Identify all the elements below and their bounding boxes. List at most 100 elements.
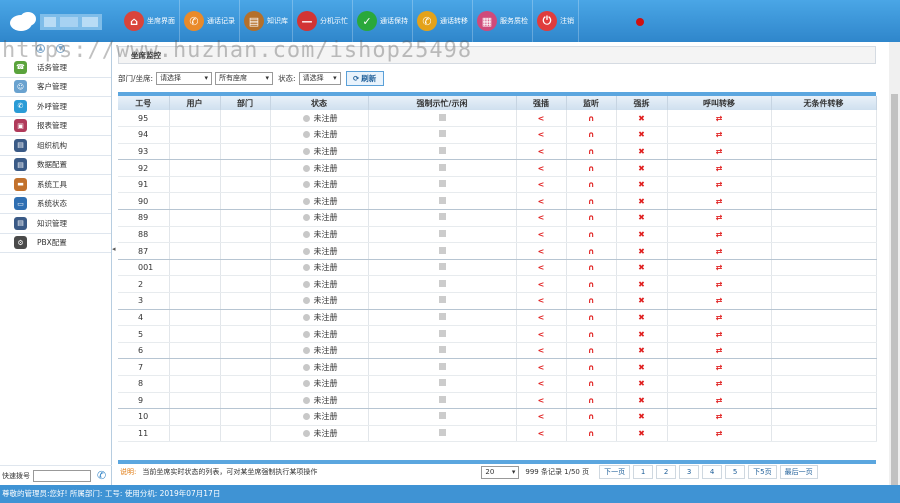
page-number-button[interactable]: 3 bbox=[679, 465, 700, 479]
page-number-button[interactable]: 4 bbox=[702, 465, 723, 479]
toolbar-button-seat[interactable]: ⌂ 坐席界面 bbox=[120, 0, 180, 42]
force-hangup-icon[interactable]: ✖ bbox=[638, 147, 645, 156]
headphone-icon[interactable]: ∩ bbox=[588, 296, 595, 305]
transfer-icon[interactable]: ⇄ bbox=[716, 429, 723, 438]
transfer-icon[interactable]: ⇄ bbox=[716, 280, 723, 289]
force-hangup-icon[interactable]: ✖ bbox=[638, 313, 645, 322]
page-number-button[interactable]: 2 bbox=[656, 465, 677, 479]
sidebar-item-headset[interactable]: ☎ 话务管理 bbox=[0, 58, 111, 78]
column-header[interactable]: 状态 bbox=[270, 96, 369, 110]
toolbar-button-check[interactable]: ✓ 通话保持 bbox=[353, 0, 413, 42]
barge-in-icon[interactable]: < bbox=[538, 296, 545, 305]
force-busy-checkbox[interactable] bbox=[438, 163, 446, 171]
transfer-icon[interactable]: ⇄ bbox=[716, 412, 723, 421]
force-hangup-icon[interactable]: ✖ bbox=[638, 114, 645, 123]
force-hangup-icon[interactable]: ✖ bbox=[638, 280, 645, 289]
force-busy-checkbox[interactable] bbox=[438, 379, 446, 387]
force-busy-checkbox[interactable] bbox=[438, 180, 446, 188]
barge-in-icon[interactable]: < bbox=[538, 130, 545, 139]
headphone-icon[interactable]: ∩ bbox=[588, 263, 595, 272]
force-hangup-icon[interactable]: ✖ bbox=[638, 346, 645, 355]
force-busy-checkbox[interactable] bbox=[438, 130, 446, 138]
barge-in-icon[interactable]: < bbox=[538, 230, 545, 239]
barge-in-icon[interactable]: < bbox=[538, 263, 545, 272]
headphone-icon[interactable]: ∩ bbox=[588, 247, 595, 256]
column-header[interactable]: 用户 bbox=[169, 96, 221, 110]
force-hangup-icon[interactable]: ✖ bbox=[638, 429, 645, 438]
toolbar-button-phone-record[interactable]: ✆ 通话记录 bbox=[180, 0, 240, 42]
force-hangup-icon[interactable]: ✖ bbox=[638, 130, 645, 139]
column-header[interactable]: 强制示忙/示闲 bbox=[368, 96, 517, 110]
transfer-icon[interactable]: ⇄ bbox=[716, 313, 723, 322]
next-five-button[interactable]: 下5页 bbox=[748, 465, 777, 479]
force-busy-checkbox[interactable] bbox=[438, 263, 446, 271]
headphone-icon[interactable]: ∩ bbox=[588, 379, 595, 388]
headphone-icon[interactable]: ∩ bbox=[588, 313, 595, 322]
scrollbar-thumb[interactable] bbox=[891, 94, 898, 502]
sidebar-item-outbound[interactable]: ✆ 外呼管理 bbox=[0, 97, 111, 117]
force-hangup-icon[interactable]: ✖ bbox=[638, 396, 645, 405]
column-header[interactable]: 强拆 bbox=[616, 96, 668, 110]
barge-in-icon[interactable]: < bbox=[538, 346, 545, 355]
sidebar-item-toolbox[interactable]: ▬ 系统工具 bbox=[0, 175, 111, 195]
transfer-icon[interactable]: ⇄ bbox=[716, 330, 723, 339]
column-header[interactable]: 部门 bbox=[220, 96, 271, 110]
force-busy-checkbox[interactable] bbox=[438, 346, 446, 354]
headphone-icon[interactable]: ∩ bbox=[588, 164, 595, 173]
sidebar-item-gear[interactable]: ⚙ PBX配置 bbox=[0, 234, 111, 253]
barge-in-icon[interactable]: < bbox=[538, 363, 545, 372]
page-number-button[interactable]: 1 bbox=[633, 465, 654, 479]
headphone-icon[interactable]: ∩ bbox=[588, 363, 595, 372]
barge-in-icon[interactable]: < bbox=[538, 313, 545, 322]
headphone-icon[interactable]: ∩ bbox=[588, 213, 595, 222]
force-hangup-icon[interactable]: ✖ bbox=[638, 247, 645, 256]
headphone-icon[interactable]: ∩ bbox=[588, 346, 595, 355]
toolbar-button-grid[interactable]: ▦ 服务质检 bbox=[473, 0, 533, 42]
force-hangup-icon[interactable]: ✖ bbox=[638, 180, 645, 189]
sidebar-item-data-config[interactable]: ▤ 数据配置 bbox=[0, 156, 111, 175]
force-busy-checkbox[interactable] bbox=[438, 196, 446, 204]
barge-in-icon[interactable]: < bbox=[538, 114, 545, 123]
force-hangup-icon[interactable]: ✖ bbox=[638, 263, 645, 272]
barge-in-icon[interactable]: < bbox=[538, 147, 545, 156]
transfer-icon[interactable]: ⇄ bbox=[716, 180, 723, 189]
quick-dial-input[interactable] bbox=[33, 469, 91, 482]
collapse-icon[interactable]: ▼ bbox=[56, 44, 65, 53]
barge-in-icon[interactable]: < bbox=[538, 164, 545, 173]
transfer-icon[interactable]: ⇄ bbox=[716, 296, 723, 305]
force-hangup-icon[interactable]: ✖ bbox=[638, 230, 645, 239]
barge-in-icon[interactable]: < bbox=[538, 197, 545, 206]
transfer-icon[interactable]: ⇄ bbox=[716, 130, 723, 139]
force-hangup-icon[interactable]: ✖ bbox=[638, 296, 645, 305]
page-number-button[interactable]: 5 bbox=[725, 465, 746, 479]
headphone-icon[interactable]: ∩ bbox=[588, 429, 595, 438]
force-busy-checkbox[interactable] bbox=[438, 146, 446, 154]
force-hangup-icon[interactable]: ✖ bbox=[638, 379, 645, 388]
toolbar-button-busy[interactable]: — 分机示忙 bbox=[293, 0, 353, 42]
headphone-icon[interactable]: ∩ bbox=[588, 180, 595, 189]
headphone-icon[interactable]: ∩ bbox=[588, 197, 595, 206]
toolbar-button-power[interactable]: ⏻ 注销 bbox=[533, 0, 579, 42]
column-header[interactable]: 工号 bbox=[118, 96, 170, 110]
prev-page-button[interactable]: 下一页 bbox=[599, 465, 631, 479]
column-header[interactable]: 呼叫转移 bbox=[667, 96, 772, 110]
transfer-icon[interactable]: ⇄ bbox=[716, 164, 723, 173]
force-hangup-icon[interactable]: ✖ bbox=[638, 164, 645, 173]
force-busy-checkbox[interactable] bbox=[438, 412, 446, 420]
status-select[interactable]: 请选择 ▾ bbox=[298, 71, 341, 85]
force-busy-checkbox[interactable] bbox=[438, 246, 446, 254]
transfer-icon[interactable]: ⇄ bbox=[716, 379, 723, 388]
force-hangup-icon[interactable]: ✖ bbox=[638, 412, 645, 421]
force-busy-checkbox[interactable] bbox=[438, 213, 446, 221]
barge-in-icon[interactable]: < bbox=[538, 213, 545, 222]
force-busy-checkbox[interactable] bbox=[438, 312, 446, 320]
column-header[interactable]: 强插 bbox=[516, 96, 567, 110]
vertical-scrollbar[interactable] bbox=[889, 42, 900, 502]
barge-in-icon[interactable]: < bbox=[538, 412, 545, 421]
headphone-icon[interactable]: ∩ bbox=[588, 280, 595, 289]
headphone-icon[interactable]: ∩ bbox=[588, 147, 595, 156]
transfer-icon[interactable]: ⇄ bbox=[716, 114, 723, 123]
transfer-icon[interactable]: ⇄ bbox=[716, 247, 723, 256]
refresh-button[interactable]: ⟳ 刷新 bbox=[345, 70, 384, 86]
barge-in-icon[interactable]: < bbox=[538, 396, 545, 405]
